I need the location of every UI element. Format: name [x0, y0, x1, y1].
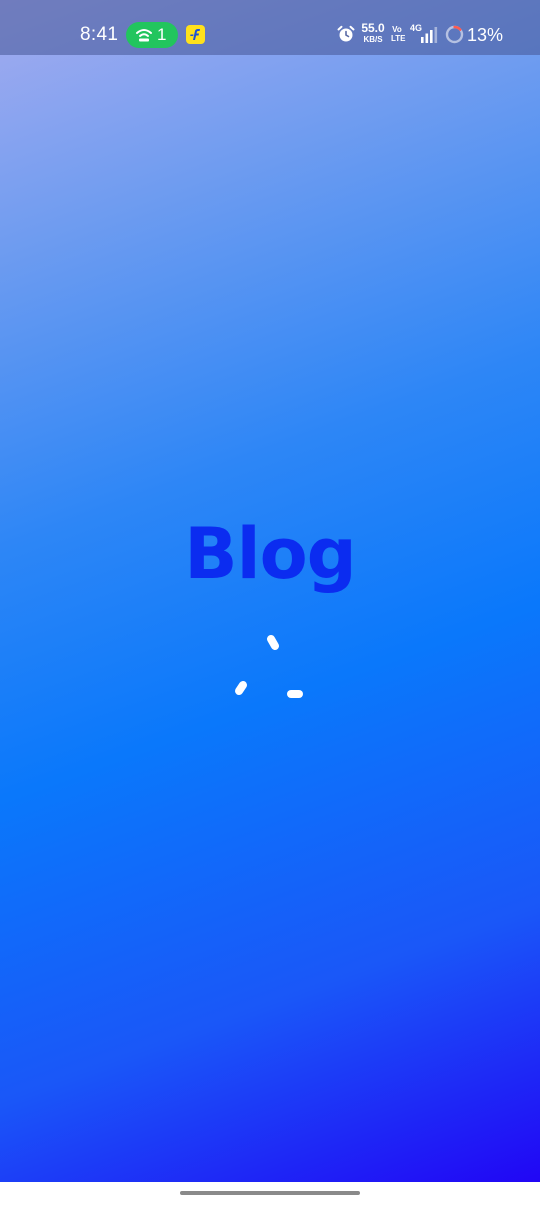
flipkart-icon	[186, 25, 205, 44]
splash-screen: 8:41 1 55.0 KB/S Vo LTE 4G 13% Blog	[0, 0, 540, 1206]
battery-percent: 13%	[467, 25, 504, 45]
battery-ring-icon	[445, 25, 464, 44]
network-speed: 55.0 KB/S	[361, 21, 385, 44]
navigation-bar	[0, 1182, 540, 1206]
hotspot-indicator[interactable]: 1	[126, 22, 178, 48]
alarm-icon	[337, 25, 355, 42]
home-indicator[interactable]	[180, 1191, 360, 1195]
volte-indicator: Vo LTE	[391, 25, 406, 43]
spinner-dot	[235, 681, 247, 695]
signal-icon	[421, 27, 438, 43]
app-title: Blog	[184, 513, 357, 595]
clock: 8:41	[80, 24, 119, 45]
spinner-dot	[267, 635, 279, 650]
status-bar: 8:41 1 55.0 KB/S Vo LTE 4G 13%	[0, 0, 540, 55]
loading-spinner	[235, 635, 303, 698]
hotspot-count: 1	[157, 25, 167, 44]
hotspot-icon	[136, 29, 152, 42]
